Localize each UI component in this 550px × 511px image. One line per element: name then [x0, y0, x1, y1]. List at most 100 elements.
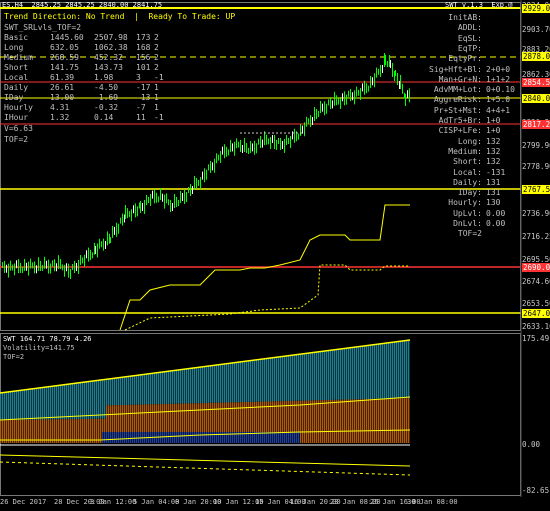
- histogram-bar: [48, 419, 50, 432]
- histogram-bar: [374, 432, 376, 443]
- histogram-bar: [84, 418, 86, 432]
- histogram-bar: [366, 399, 368, 432]
- histogram-bar: [56, 432, 58, 443]
- histogram-bar: [260, 359, 262, 402]
- histogram-bar: [324, 432, 326, 443]
- histogram-bar: [78, 432, 80, 443]
- histogram-bar: [318, 351, 320, 401]
- histogram-bar: [350, 347, 352, 400]
- histogram-bar: [364, 345, 366, 400]
- histogram-bar: [240, 361, 242, 403]
- histogram-bar: [220, 364, 222, 403]
- histogram-bar: [348, 348, 350, 400]
- price-axis-label: 2736.90: [522, 209, 550, 218]
- histogram-bar: [44, 419, 46, 432]
- histogram-bar: [150, 373, 152, 405]
- histogram-bar: [212, 365, 214, 403]
- histogram-bar: [222, 364, 224, 403]
- price-level-box: 2817.25: [522, 120, 550, 129]
- histogram-bar: [218, 364, 220, 403]
- volatility-histogram: [0, 340, 410, 443]
- price-level-box: 2840.00: [522, 94, 550, 103]
- right-panel-value: 0+0.10: [486, 85, 515, 95]
- histogram-bar: [376, 344, 378, 399]
- histogram-bar: [272, 432, 274, 443]
- histogram-bar: [388, 398, 390, 432]
- histogram-bar: [256, 401, 258, 432]
- histogram-bar: [384, 398, 386, 432]
- stats-cell-label: Hourly: [4, 103, 33, 112]
- histogram-bar: [174, 432, 176, 443]
- histogram-bar: [182, 432, 184, 443]
- histogram-bar: [336, 399, 338, 432]
- histogram-bar: [20, 432, 22, 443]
- histogram-bar: [264, 358, 266, 402]
- histogram-bar: [308, 432, 310, 443]
- histogram-bar: [164, 432, 166, 443]
- histogram-bar: [164, 371, 166, 404]
- stats-cell-b: 0.14: [94, 113, 114, 122]
- histogram-bar: [122, 432, 124, 443]
- stats-cell-label: Daily: [4, 83, 29, 92]
- histogram-bar: [362, 399, 364, 432]
- histogram-bar: [190, 432, 192, 443]
- histogram-bar: [360, 346, 362, 400]
- histogram-bar: [136, 432, 138, 443]
- histogram-bar: [116, 405, 118, 432]
- histogram-bar: [228, 402, 230, 432]
- histogram-bar: [312, 400, 314, 432]
- histogram-bar: [286, 356, 288, 402]
- volatility-label: Volatility=141.75: [3, 344, 75, 352]
- subpanel-header: SWT 164.71 78.79 4.26: [3, 335, 92, 343]
- histogram-bar: [202, 366, 204, 404]
- histogram-bar: [358, 399, 360, 432]
- histogram-bar: [10, 391, 12, 420]
- histogram-bar: [8, 391, 10, 420]
- histogram-bar: [330, 350, 332, 400]
- histogram-bar: [308, 400, 310, 432]
- right-panel-label: AdvMM+Lot:: [433, 85, 482, 95]
- stats-cell-b: -4.50: [94, 83, 119, 92]
- histogram-bar: [334, 432, 336, 443]
- histogram-bar: [8, 432, 10, 443]
- right-panel-label: EqSL:: [457, 33, 482, 43]
- histogram-bar: [328, 400, 330, 432]
- histogram-bar: [62, 384, 64, 420]
- right-panel-label: Hourly:: [448, 198, 482, 208]
- histogram-bar: [328, 350, 330, 400]
- histogram-bar: [100, 380, 102, 419]
- histogram-bar: [338, 349, 340, 400]
- histogram-bar: [356, 346, 358, 400]
- histogram-bar: [326, 432, 328, 443]
- histogram-bar: [24, 389, 26, 420]
- histogram-bar: [206, 402, 208, 432]
- histogram-bar: [48, 432, 50, 443]
- histogram-bar: [58, 419, 60, 432]
- histogram-bar: [14, 432, 16, 443]
- histogram-bar: [266, 358, 268, 402]
- histogram-bar: [310, 352, 312, 401]
- histogram-bar: [290, 355, 292, 401]
- histogram-bar: [46, 432, 48, 443]
- histogram-bar: [186, 432, 188, 443]
- histogram-bar: [50, 432, 52, 443]
- histogram-bar: [122, 377, 124, 406]
- histogram-bar: [128, 404, 130, 432]
- histogram-bar: [60, 419, 62, 432]
- stats-cell-b: -1.69: [94, 93, 119, 102]
- histogram-bar: [260, 401, 262, 432]
- histogram-bar: [220, 402, 222, 432]
- histogram-bar: [22, 432, 24, 443]
- histogram-bar: [86, 432, 88, 443]
- histogram-bar: [188, 368, 190, 404]
- histogram-bar: [268, 432, 270, 443]
- histogram-bar: [210, 432, 212, 443]
- histogram-bar: [48, 386, 50, 420]
- histogram-bar: [174, 403, 176, 432]
- histogram-bar: [98, 432, 100, 443]
- histogram-bar: [126, 376, 128, 405]
- histogram-bar: [54, 419, 56, 432]
- histogram-bar: [70, 383, 72, 420]
- histogram-bar: [212, 402, 214, 432]
- histogram-bar: [242, 361, 244, 403]
